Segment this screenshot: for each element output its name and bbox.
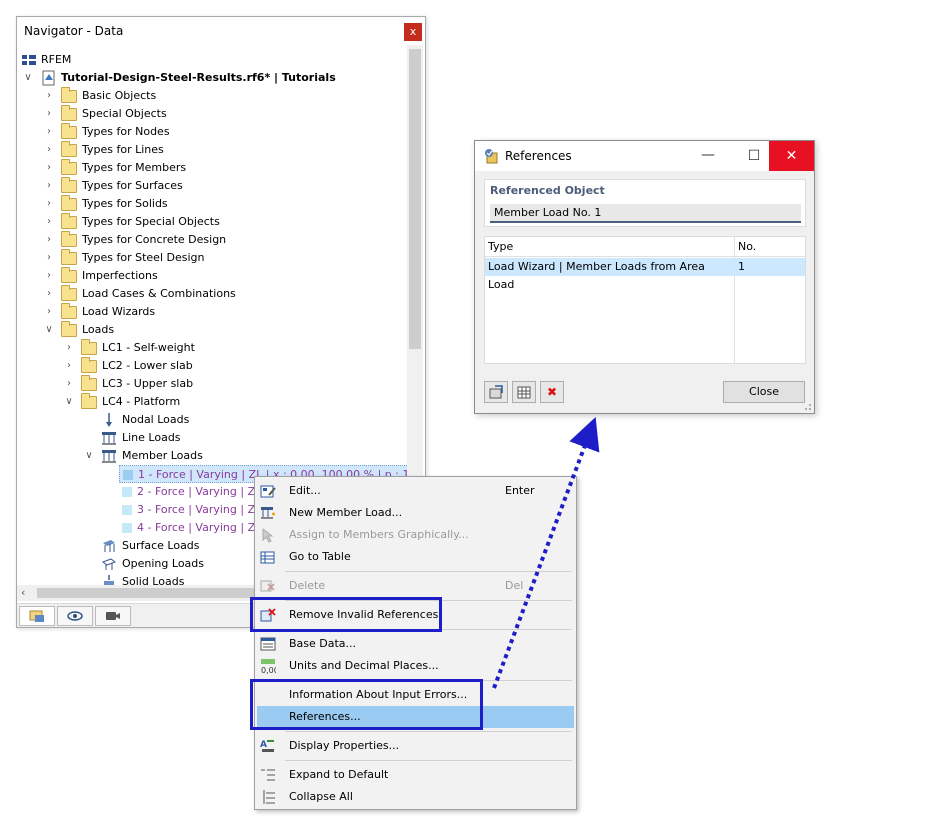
- annotation-arrow: [492, 417, 600, 689]
